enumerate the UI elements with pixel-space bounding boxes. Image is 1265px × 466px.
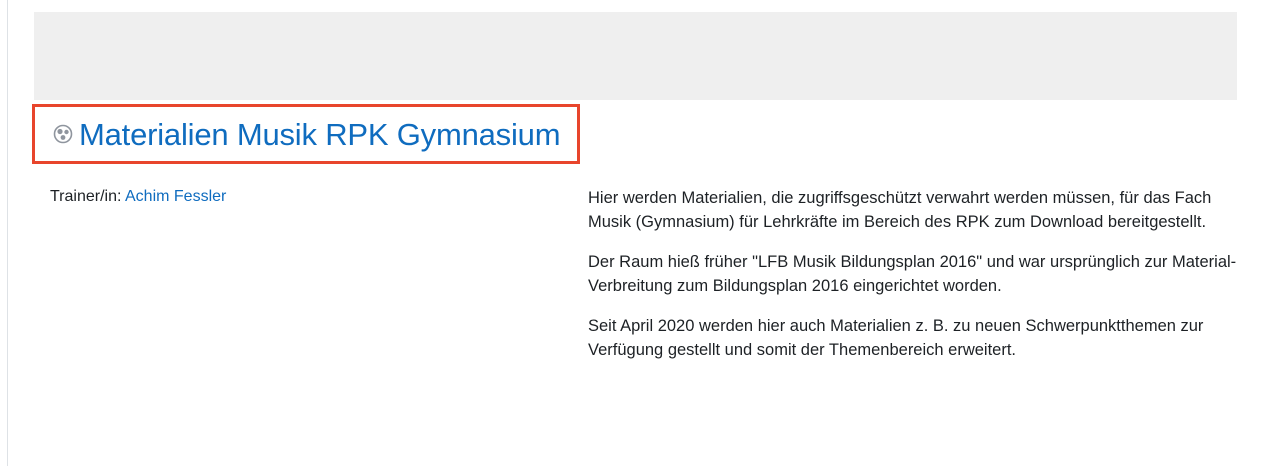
course-title-link[interactable]: Materialien Musik RPK Gymnasium [79,119,561,150]
summary-paragraph: Hier werden Materialien, die zugriffsges… [588,189,1212,231]
course-summary: Hier werden Materialien, die zugriffsges… [588,187,1258,379]
left-divider [7,0,8,466]
course-image-banner [34,12,1237,100]
course-teacher: Trainer/in: Achim Fessler [50,188,226,206]
summary-paragraph: Der Raum hieß früher "LFB Musik Bildungs… [588,253,1237,295]
teacher-name-link[interactable]: Achim Fessler [125,188,226,205]
teacher-label: Trainer/in: [50,188,122,205]
course-title-highlight: Materialien Musik RPK Gymnasium [32,104,580,164]
summary-paragraph: Seit April 2020 werden hier auch Materia… [588,317,1204,359]
course-icon [53,124,73,144]
